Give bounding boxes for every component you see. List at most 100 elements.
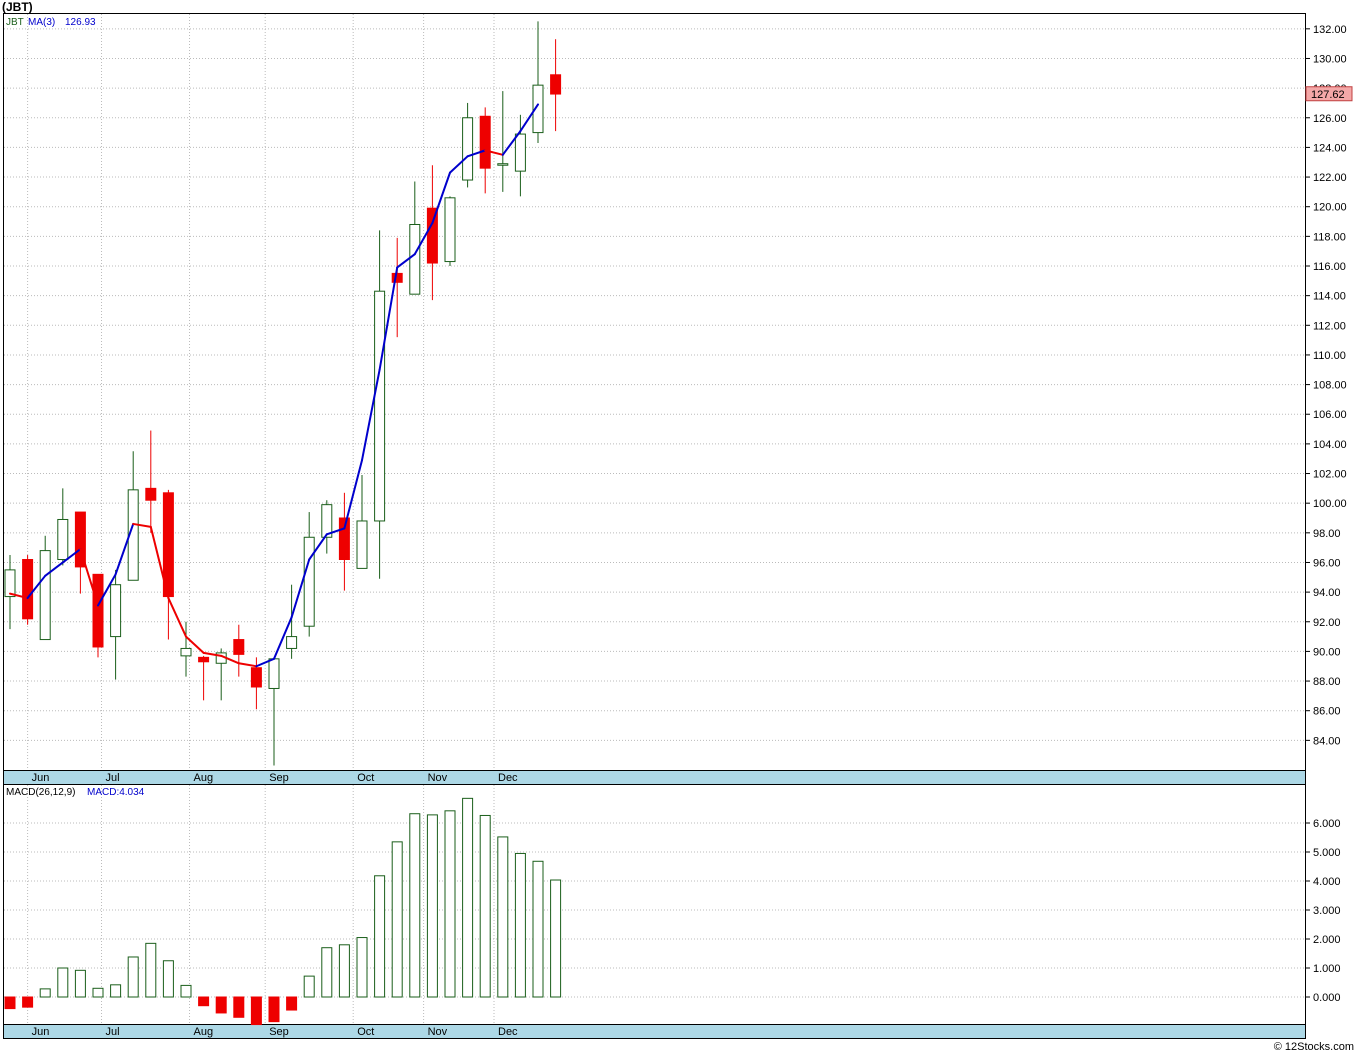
macd-bar bbox=[110, 984, 122, 998]
candle-body bbox=[286, 636, 298, 649]
last-price-badge: 127.62 bbox=[1305, 86, 1353, 102]
month-label: Sep bbox=[269, 772, 289, 784]
candle-body bbox=[338, 517, 350, 561]
price-legend: JBT MA(3) 126.93 bbox=[6, 17, 96, 28]
macd-bar bbox=[268, 996, 280, 1023]
macd-bar bbox=[74, 969, 86, 998]
price-tick-label: 96.00 bbox=[1313, 557, 1341, 569]
price-tick-label: 86.00 bbox=[1313, 706, 1341, 718]
macd-bar bbox=[462, 797, 474, 998]
price-tick-label: 114.00 bbox=[1313, 291, 1346, 303]
macd-bar bbox=[198, 996, 210, 1007]
candle-body bbox=[4, 569, 16, 598]
month-label: Jun bbox=[32, 1026, 50, 1038]
candle-body bbox=[514, 133, 526, 172]
price-axis: 84.00 86.00 88.00 90.00 92.00 94.00 96.00 98.00… bbox=[1305, 24, 1347, 747]
month-label: Dec bbox=[498, 1026, 518, 1038]
macd-bar bbox=[4, 996, 16, 1010]
macd-legend-name: MACD(26,12,9) bbox=[6, 787, 75, 798]
legend-symbol: JBT bbox=[6, 17, 24, 28]
macd-bar bbox=[532, 860, 544, 998]
candle-body bbox=[497, 163, 509, 166]
price-tick-label: 102.00 bbox=[1313, 469, 1347, 481]
price-tick-label: 132.00 bbox=[1313, 24, 1347, 36]
legend-ma-label: MA(3) bbox=[28, 17, 55, 28]
candle-body bbox=[250, 667, 262, 688]
footer-credit: © 12Stocks.com bbox=[1273, 1041, 1354, 1053]
macd-month-labels: Jun Jul Aug Sep Oct Nov Dec bbox=[32, 1026, 518, 1038]
macd-bar bbox=[127, 956, 139, 998]
macd-bar bbox=[286, 996, 298, 1011]
macd-panel bbox=[3, 784, 1306, 1025]
price-tick-label: 126.00 bbox=[1313, 113, 1347, 125]
price-tick-label: 124.00 bbox=[1313, 142, 1347, 154]
price-tick-label: 106.00 bbox=[1313, 409, 1347, 421]
macd-tick-label: 2.000 bbox=[1313, 934, 1341, 946]
candle-body bbox=[233, 639, 245, 655]
macd-tick-label: 3.000 bbox=[1313, 905, 1341, 917]
candle-body bbox=[110, 584, 122, 638]
macd-bar bbox=[338, 944, 350, 998]
macd-bar bbox=[356, 937, 368, 998]
macd-tick-label: 6.000 bbox=[1313, 818, 1341, 830]
price-tick-label: 112.00 bbox=[1313, 320, 1346, 332]
month-label: Oct bbox=[357, 772, 374, 784]
macd-axis: 0.000 1.000 2.000 3.000 4.000 5.000 6.000 bbox=[1305, 818, 1341, 1004]
candle-body bbox=[409, 223, 421, 295]
month-label: Nov bbox=[428, 772, 448, 784]
candle-body bbox=[22, 559, 34, 620]
candle-body bbox=[479, 115, 491, 169]
macd-bar bbox=[145, 942, 157, 998]
macd-bar bbox=[250, 996, 262, 1026]
price-tick-label: 130.00 bbox=[1313, 53, 1347, 65]
macd-tick-label: 5.000 bbox=[1313, 847, 1341, 859]
candle-body bbox=[92, 573, 104, 648]
candle-body bbox=[374, 290, 386, 522]
macd-tick-label: 0.000 bbox=[1313, 992, 1341, 1004]
macd-bar bbox=[497, 836, 509, 998]
candle-body bbox=[145, 487, 157, 501]
macd-bar bbox=[92, 987, 104, 998]
candle-body bbox=[57, 518, 69, 561]
candle-body bbox=[356, 520, 368, 569]
candle-body bbox=[426, 207, 438, 264]
macd-bar bbox=[550, 879, 562, 998]
month-label: Jul bbox=[106, 1026, 120, 1038]
month-label: Dec bbox=[498, 772, 518, 784]
month-label: Aug bbox=[194, 772, 214, 784]
macd-bar bbox=[479, 814, 491, 998]
price-tick-label: 104.00 bbox=[1313, 439, 1347, 451]
price-tick-label: 108.00 bbox=[1313, 380, 1347, 392]
macd-bar bbox=[162, 960, 174, 998]
legend-ma-value: 126.93 bbox=[65, 17, 96, 28]
month-label: Sep bbox=[269, 1026, 289, 1038]
macd-bar bbox=[22, 996, 34, 1008]
price-tick-label: 94.00 bbox=[1313, 587, 1341, 599]
price-tick-label: 110.00 bbox=[1313, 350, 1346, 362]
macd-bar bbox=[215, 996, 227, 1014]
macd-legend-value: MACD:4.034 bbox=[87, 787, 145, 798]
macd-bar bbox=[409, 813, 421, 998]
macd-bar bbox=[426, 814, 438, 998]
candle-body bbox=[303, 536, 315, 627]
candle-body bbox=[462, 117, 474, 181]
macd-bar bbox=[233, 996, 245, 1018]
macd-bar bbox=[303, 975, 315, 998]
macd-bar bbox=[444, 810, 456, 998]
macd-bar bbox=[39, 988, 51, 998]
candle-body bbox=[198, 656, 210, 663]
macd-bar bbox=[57, 967, 69, 998]
svg-text:127.62: 127.62 bbox=[1311, 89, 1345, 101]
price-tick-label: 118.00 bbox=[1313, 231, 1346, 243]
month-label: Oct bbox=[357, 1026, 374, 1038]
price-tick-label: 100.00 bbox=[1313, 498, 1347, 510]
macd-tick-label: 1.000 bbox=[1313, 963, 1341, 975]
candle-body bbox=[268, 658, 280, 689]
macd-bar bbox=[391, 841, 403, 998]
stock-chart: 84.00 86.00 88.00 90.00 92.00 94.00 96.00 98.00… bbox=[3, 13, 1353, 1039]
price-tick-label: 120.00 bbox=[1313, 202, 1347, 214]
month-label: Nov bbox=[428, 1026, 448, 1038]
month-label: Jun bbox=[32, 772, 50, 784]
candle-body bbox=[550, 74, 562, 95]
price-tick-label: 122.00 bbox=[1313, 172, 1347, 184]
